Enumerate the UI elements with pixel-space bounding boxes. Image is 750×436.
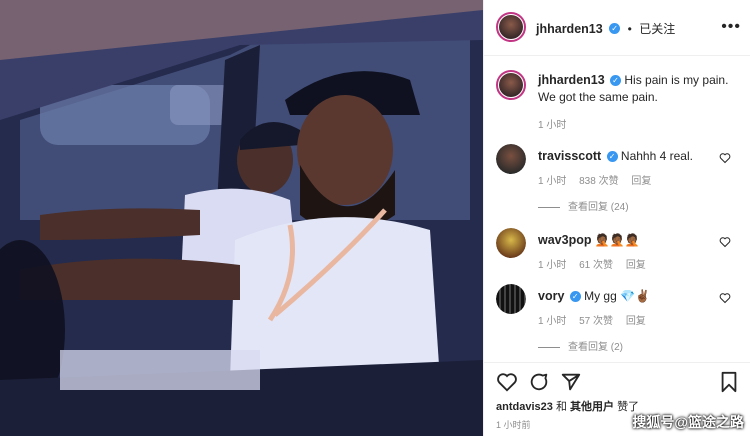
like-heart-icon[interactable]	[719, 236, 731, 248]
commenter-username[interactable]: vory	[538, 289, 564, 303]
reply-button[interactable]: 回复	[631, 176, 651, 187]
liked-by-and: 和	[555, 401, 567, 413]
commenter-username[interactable]: wav3pop	[538, 233, 592, 247]
share-icon[interactable]	[560, 371, 582, 393]
comment-time[interactable]: 1 小时	[538, 176, 566, 187]
verified-icon: ✓	[610, 75, 622, 87]
view-replies-label: 查看回复 (2)	[568, 342, 623, 353]
caption-time[interactable]: 1 小时	[538, 120, 566, 131]
view-replies-button[interactable]: 查看回复 (24)	[538, 198, 629, 213]
commenter-avatar[interactable]	[496, 284, 526, 314]
comment-likes[interactable]: 838 次赞	[579, 176, 618, 187]
reply-button[interactable]: 回复	[626, 316, 646, 327]
post-panel: jhharden13 ✓ • 已关注 ••• jhharden13 ✓ His …	[483, 0, 750, 436]
post-actions	[484, 362, 750, 402]
caption-avatar[interactable]	[496, 70, 526, 100]
caption: jhharden13 ✓ His pain is my pain. We got…	[484, 68, 750, 131]
comment-text: 🤦🏾🤦🏾🤦🏾	[594, 233, 640, 247]
comment-text: My gg 💎✌🏾	[584, 289, 650, 303]
comment-item: vory ✓ My gg 💎✌🏾 1 小时 57 次赞 回复	[484, 284, 750, 334]
author-username[interactable]: jhharden13	[536, 22, 603, 36]
comment-item: wav3pop 🤦🏾🤦🏾🤦🏾 1 小时 61 次赞 回复	[484, 228, 750, 278]
liker-username[interactable]: antdavis23	[496, 401, 553, 413]
caption-username[interactable]: jhharden13	[538, 73, 605, 87]
like-heart-icon[interactable]	[719, 152, 731, 164]
view-replies-button[interactable]: 查看回复 (2)	[538, 338, 623, 353]
post-time[interactable]: 1 小时前	[496, 418, 531, 431]
divider	[538, 206, 560, 208]
bookmark-icon[interactable]	[719, 371, 739, 393]
photo-illustration	[0, 0, 483, 436]
verified-icon: ✓	[569, 291, 581, 303]
watermark: 搜狐号@篮途之路	[632, 414, 744, 430]
commenter-username[interactable]: travisscott	[538, 149, 601, 163]
verified-icon: ✓	[606, 151, 618, 163]
other-likers-link[interactable]: 其他用户	[570, 401, 614, 413]
post-photo[interactable]	[0, 0, 483, 436]
more-options-button[interactable]: •••	[721, 18, 741, 36]
comment-time[interactable]: 1 小时	[538, 260, 566, 271]
commenter-avatar[interactable]	[496, 144, 526, 174]
comment-item: travisscott ✓ Nahhh 4 real. 1 小时 838 次赞 …	[484, 144, 750, 194]
follow-state-button[interactable]: 已关注	[639, 22, 675, 36]
like-heart-icon[interactable]	[719, 292, 731, 304]
comment-likes[interactable]: 57 次赞	[579, 316, 613, 327]
comment-text: Nahhh 4 real.	[620, 149, 693, 163]
post-header: jhharden13 ✓ • 已关注 •••	[484, 0, 750, 56]
view-replies-label: 查看回复 (24)	[568, 202, 629, 213]
comment-time[interactable]: 1 小时	[538, 316, 566, 327]
separator: •	[627, 22, 632, 36]
reply-button[interactable]: 回复	[626, 260, 646, 271]
comment-icon[interactable]	[528, 371, 550, 393]
verified-icon: ✓	[609, 23, 621, 35]
commenter-avatar[interactable]	[496, 228, 526, 258]
comment-likes[interactable]: 61 次赞	[579, 260, 613, 271]
author-avatar[interactable]	[496, 12, 526, 42]
divider	[538, 346, 560, 348]
liked-by: antdavis23 和 其他用户 赞了	[496, 398, 639, 414]
like-heart-icon[interactable]	[496, 371, 518, 393]
